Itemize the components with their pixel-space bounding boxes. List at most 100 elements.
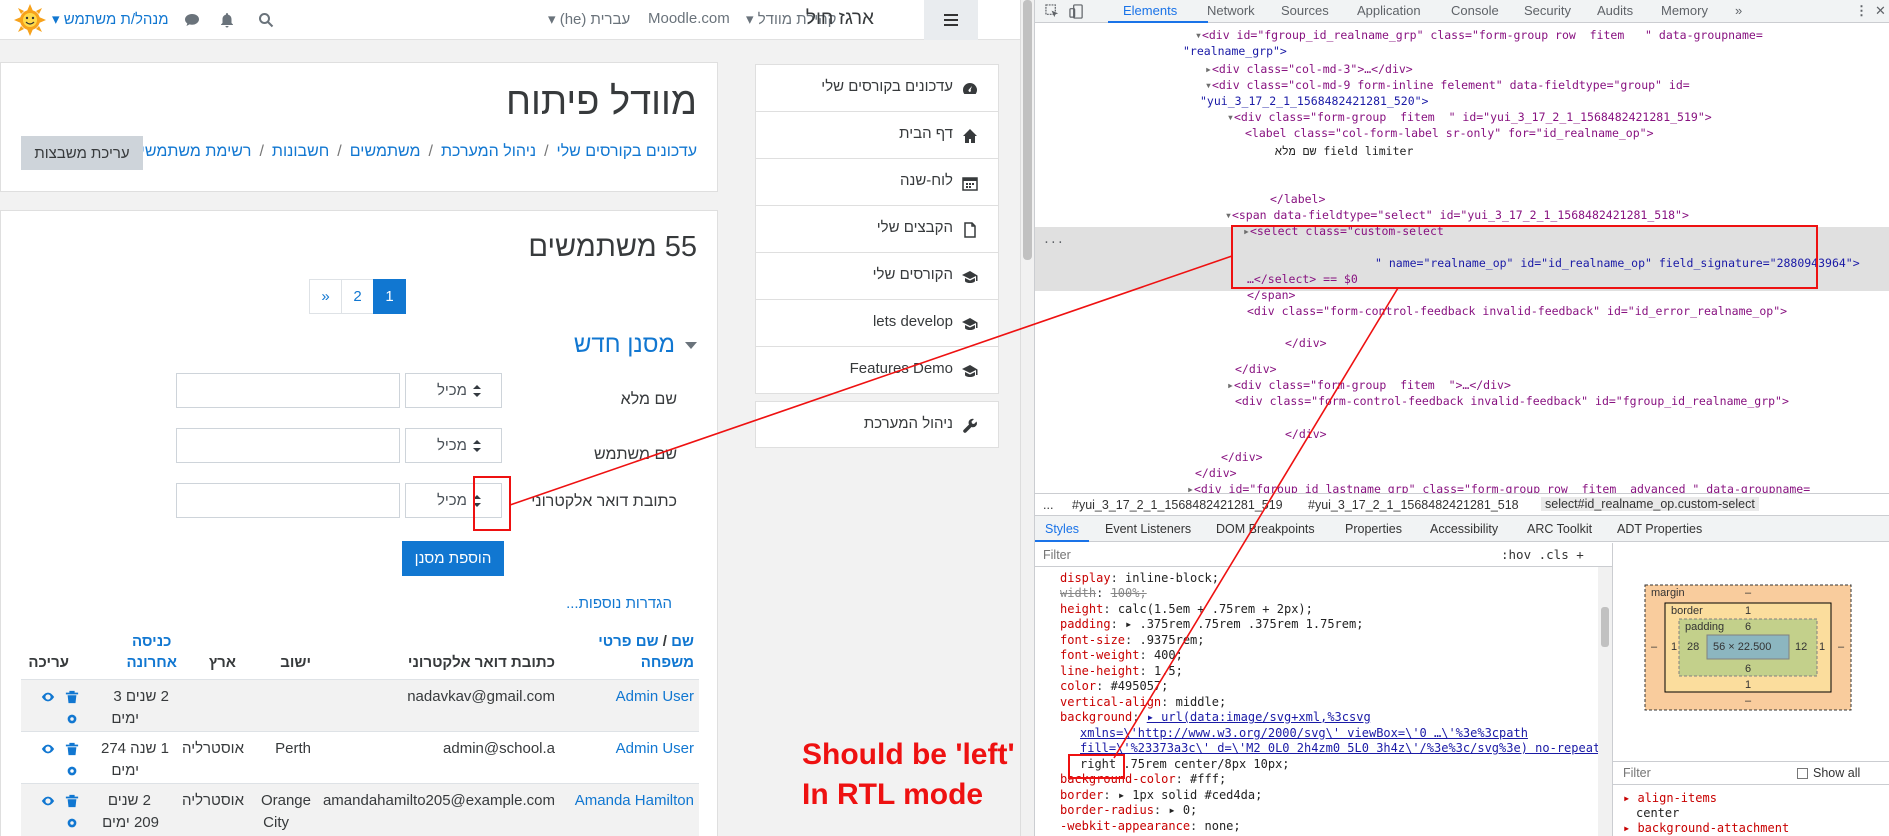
css-declaration[interactable]: font-weight: 400; bbox=[1060, 648, 1183, 663]
dom-node-line[interactable]: ▾<div id="fgroup_id_realname_grp" class=… bbox=[1195, 27, 1763, 43]
content-size-value[interactable]: 56 × 22.500 bbox=[1713, 641, 1771, 653]
dom-node-selected-attrs[interactable]: " name="realname_op" id="id_realname_op"… bbox=[1375, 255, 1860, 271]
gear-icon[interactable] bbox=[65, 764, 79, 778]
dom-node-line[interactable]: </div> bbox=[1221, 449, 1263, 465]
node-ellipsis-icon[interactable]: ... bbox=[1043, 231, 1064, 247]
dom-node-line[interactable]: </span> bbox=[1247, 287, 1295, 303]
dom-node-line[interactable]: </div> bbox=[1285, 335, 1327, 351]
css-declaration[interactable]: border: ▸ 1px solid #ced4da; bbox=[1060, 788, 1262, 803]
css-declaration[interactable]: background: ▸ url(data:image/svg+xml,%3c… bbox=[1060, 710, 1371, 725]
dom-node-line[interactable]: ▾<span data-fieldtype="select" id="yui_3… bbox=[1225, 207, 1689, 223]
css-prop-value[interactable]: ▸ 0; bbox=[1168, 803, 1197, 817]
nav-dashboard[interactable]: עדכונים בקורסים שלי bbox=[756, 65, 998, 112]
nav-course-features-demo[interactable]: Features Demo bbox=[756, 347, 998, 394]
styles-filter-input[interactable]: Filter bbox=[1043, 548, 1071, 562]
margin-right-value[interactable]: – bbox=[1838, 641, 1844, 653]
css-prop-name[interactable]: width bbox=[1060, 586, 1096, 600]
css-prop-value[interactable]: ▸ .375rem .75rem .375rem 1.75rem; bbox=[1125, 617, 1363, 631]
subtab-properties[interactable]: Properties bbox=[1345, 522, 1402, 536]
dom-crumb-active[interactable]: select#id_realname_op.custom-select bbox=[1541, 497, 1759, 511]
column-email-header[interactable]: כתובת דואר אלקטרוני bbox=[408, 652, 555, 673]
css-prop-name[interactable]: background bbox=[1060, 710, 1132, 724]
moodle-com-link[interactable]: Moodle.com bbox=[648, 10, 730, 27]
computed-filter-input[interactable]: Filter bbox=[1623, 766, 1651, 780]
dom-node-line[interactable]: </div> bbox=[1285, 426, 1327, 442]
page-next-link[interactable]: » bbox=[309, 279, 342, 314]
nav-private-files[interactable]: הקבצים שלי bbox=[756, 206, 998, 253]
dom-node-line[interactable]: </label> bbox=[1270, 191, 1325, 207]
sort-lastname-link-2[interactable]: משפחה bbox=[598, 652, 694, 673]
subtab-event-listeners[interactable]: Event Listeners bbox=[1105, 522, 1191, 536]
device-toolbar-icon[interactable] bbox=[1069, 4, 1084, 19]
user-name-link[interactable]: Admin User bbox=[616, 686, 694, 708]
trash-icon[interactable] bbox=[65, 742, 79, 756]
css-prop-value[interactable]: #495057; bbox=[1111, 679, 1169, 693]
computed-prop[interactable]: ▸ align-items bbox=[1623, 791, 1717, 805]
css-prop-name[interactable]: height bbox=[1060, 602, 1103, 616]
margin-top-value[interactable]: – bbox=[1745, 587, 1751, 599]
dom-node-selected-end[interactable]: …</select> == $0 bbox=[1247, 271, 1358, 287]
css-prop-name[interactable]: vertical-align bbox=[1060, 695, 1161, 709]
css-prop-name[interactable]: line-height bbox=[1060, 664, 1139, 678]
css-declaration[interactable]: display: inline-block; bbox=[1060, 571, 1219, 586]
padding-top-value[interactable]: 6 bbox=[1745, 621, 1751, 633]
css-declaration[interactable]: color: #495057; bbox=[1060, 679, 1168, 694]
hov-cls-toggles[interactable]: :hov .cls + bbox=[1501, 547, 1584, 562]
tab-elements[interactable]: Elements bbox=[1123, 3, 1177, 18]
css-prop-value[interactable]: 100%; bbox=[1111, 586, 1147, 600]
css-declaration[interactable]: right .75rem center/8px 10px; bbox=[1080, 757, 1290, 772]
new-filter-toggle[interactable]: מסנן חדש bbox=[574, 331, 697, 359]
subtab-dom-breakpoints[interactable]: DOM Breakpoints bbox=[1216, 522, 1315, 536]
nav-course-lets-develop[interactable]: lets develop bbox=[756, 300, 998, 347]
css-prop-value[interactable]: none; bbox=[1205, 819, 1241, 833]
tab-memory[interactable]: Memory bbox=[1661, 3, 1708, 18]
site-brand[interactable]: ארגז חול bbox=[806, 8, 874, 30]
kebab-menu-icon[interactable]: ⋮ bbox=[1855, 3, 1868, 19]
user-menu[interactable]: מנהל/ת משתמש ▾ bbox=[52, 10, 169, 28]
css-prop-name[interactable]: -webkit-appearance bbox=[1060, 819, 1190, 833]
css-prop-value[interactable]: inline-block; bbox=[1125, 571, 1219, 585]
css-declaration[interactable]: font-size: .9375rem; bbox=[1060, 633, 1205, 648]
gear-icon[interactable] bbox=[65, 816, 79, 830]
language-menu[interactable]: עברית (he) ▾ bbox=[548, 10, 630, 28]
tab-overflow-chevron[interactable]: » bbox=[1735, 3, 1742, 18]
dom-crumb[interactable]: #yui_3_17_2_1_1568482421281_518 bbox=[1308, 498, 1519, 512]
css-declaration[interactable]: line-height: 1.5; bbox=[1060, 664, 1183, 679]
padding-right-value[interactable]: 12 bbox=[1795, 641, 1807, 653]
nav-home[interactable]: דף הבית bbox=[756, 112, 998, 159]
username-operator-select[interactable]: מכיל bbox=[405, 428, 502, 463]
tab-application[interactable]: Application bbox=[1357, 3, 1421, 18]
fullname-filter-input[interactable] bbox=[176, 373, 400, 408]
sun-logo-icon[interactable] bbox=[14, 4, 46, 36]
dom-node-line[interactable]: ▸<div id="fgroup_id_lastname_grp" class=… bbox=[1187, 481, 1810, 493]
css-prop-value[interactable]: 400; bbox=[1154, 648, 1183, 662]
drawer-toggle-button[interactable] bbox=[924, 0, 978, 40]
css-declaration[interactable]: border-radius: ▸ 0; bbox=[1060, 803, 1197, 818]
css-declaration[interactable]: xmlns=\'http://www.w3.org/2000/svg\' vie… bbox=[1080, 726, 1528, 741]
border-top-value[interactable]: 1 bbox=[1745, 605, 1751, 617]
css-declaration[interactable]: padding: ▸ .375rem .75rem .375rem 1.75re… bbox=[1060, 617, 1363, 632]
border-left-value[interactable]: 1 bbox=[1671, 641, 1677, 653]
nav-site-admin[interactable]: ניהול המערכת bbox=[756, 402, 998, 449]
padding-left-value[interactable]: 28 bbox=[1687, 641, 1699, 653]
chat-icon[interactable] bbox=[184, 12, 200, 28]
css-prop-value[interactable]: right .75rem center/8px 10px; bbox=[1080, 757, 1290, 771]
breadcrumb-users[interactable]: משתמשים bbox=[350, 143, 421, 160]
nav-my-courses[interactable]: הקורסים שלי bbox=[756, 253, 998, 300]
add-filter-button[interactable]: הוספת מסנן bbox=[402, 541, 504, 576]
edit-blocks-button[interactable]: עריכת משבצות bbox=[21, 136, 143, 170]
eye-icon[interactable] bbox=[41, 742, 55, 756]
page-1-link[interactable]: 1 bbox=[373, 279, 406, 314]
user-name-link[interactable]: Amanda Hamilton bbox=[575, 790, 694, 812]
dom-node-line[interactable]: </div> bbox=[1235, 361, 1277, 377]
email-filter-input[interactable] bbox=[176, 483, 400, 518]
subtab-adt-properties[interactable]: ADT Properties bbox=[1617, 522, 1702, 536]
css-prop-name[interactable]: background-color bbox=[1060, 772, 1176, 786]
inspect-element-icon[interactable] bbox=[1045, 4, 1060, 19]
padding-bottom-value[interactable]: 6 bbox=[1745, 663, 1751, 675]
nav-calendar[interactable]: לוח-שנה bbox=[756, 159, 998, 206]
computed-prop[interactable]: ▸ background-attachment bbox=[1623, 821, 1789, 835]
dom-node-line[interactable]: <div class="form-control-feedback invali… bbox=[1235, 393, 1789, 409]
trash-icon[interactable] bbox=[65, 690, 79, 704]
eye-icon[interactable] bbox=[41, 794, 55, 808]
